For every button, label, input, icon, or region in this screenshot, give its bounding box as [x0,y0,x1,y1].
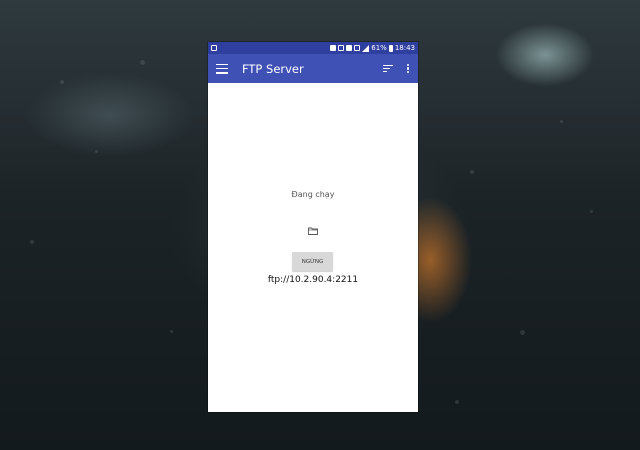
rain-drop [520,330,525,335]
rain-drop [590,210,593,213]
sort-icon[interactable] [383,64,393,73]
folder-icon[interactable] [308,227,318,235]
rain-drop [95,150,98,153]
rain-drop [170,330,173,333]
server-status-text: Đang chạy [291,190,335,199]
clock: 18:43 [394,44,415,52]
rain-drop [455,400,459,404]
status-bar: 61% 18:43 [208,42,418,54]
mute-icon [330,45,337,51]
main-content: Đang chạy NGỪNG ftp://10.2.90.4:2211 [208,83,418,412]
notification-icon [211,45,217,51]
wifi-icon [338,45,345,51]
signal-icon [362,44,370,52]
more-vert-icon[interactable] [407,63,410,74]
battery-percent: 61% [371,44,387,52]
battery-icon [388,44,393,52]
rain-drop [60,80,64,84]
sim-icon [346,45,353,51]
ftp-url-text: ftp://10.2.90.4:2211 [267,275,359,285]
phone-screen: 61% 18:43 FTP Server Đang chạy NGỪNG ftp… [208,42,418,412]
rain-drop [140,60,145,65]
rain-drop [560,120,563,123]
data-icon [354,45,361,51]
rain-drop [470,170,474,174]
page-title: FTP Server [242,61,304,76]
rain-drop [30,240,34,244]
hamburger-menu-icon[interactable] [216,63,228,74]
stop-server-button[interactable]: NGỪNG [292,252,333,271]
app-bar: FTP Server [208,54,418,83]
